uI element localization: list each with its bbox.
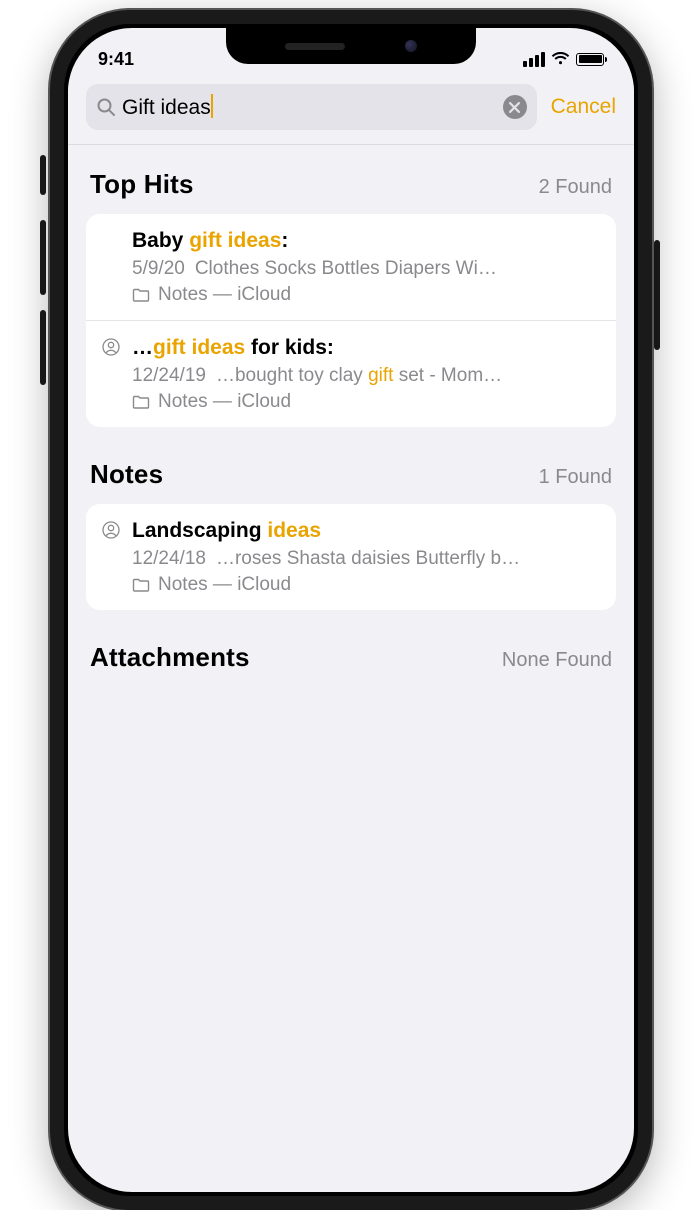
shared-indicator [102, 335, 124, 413]
note-preview: 12/24/18…roses Shasta daisies Butterfly … [132, 546, 600, 572]
shared-indicator [102, 228, 124, 306]
cellular-icon [523, 52, 545, 67]
notes-card: Landscaping ideas 12/24/18…roses Shasta … [86, 504, 616, 610]
note-result[interactable]: …gift ideas for kids: 12/24/19…bought to… [86, 320, 616, 427]
note-title: Baby gift ideas: [132, 228, 600, 254]
section-header-notes: Notes 1 Found [68, 427, 634, 504]
earpiece [285, 43, 345, 50]
wifi-icon [551, 52, 570, 66]
clear-icon[interactable] [503, 95, 527, 119]
note-folder: Notes — iCloud [132, 574, 600, 596]
phone-frame: 9:41 Gift ideas Cancel Top H [50, 10, 652, 1210]
search-value: Gift ideas [122, 96, 211, 119]
battery-icon [576, 53, 604, 66]
section-header-attachments: Attachments None Found [68, 610, 634, 687]
person-icon [102, 521, 120, 539]
volume-down-button[interactable] [40, 310, 46, 385]
search-icon [96, 97, 116, 117]
section-title: Top Hits [90, 169, 194, 200]
status-indicators [523, 52, 604, 67]
note-preview: 12/24/19…bought toy clay gift set - Mom… [132, 363, 600, 389]
person-icon [102, 338, 120, 356]
note-title: …gift ideas for kids: [132, 335, 600, 361]
section-title: Notes [90, 459, 163, 490]
power-button[interactable] [654, 240, 660, 350]
search-text: Gift ideas [122, 94, 503, 120]
section-count: None Found [502, 649, 612, 672]
section-count: 1 Found [539, 466, 612, 489]
tophits-card: Baby gift ideas: 5/9/20Clothes Socks Bot… [86, 214, 616, 427]
note-preview: 5/9/20Clothes Socks Bottles Diapers Wi… [132, 256, 600, 282]
section-count: 2 Found [539, 176, 612, 199]
front-camera [405, 40, 417, 52]
section-header-tophits: Top Hits 2 Found [68, 145, 634, 214]
search-bar: Gift ideas Cancel [68, 80, 634, 145]
folder-icon [132, 578, 150, 592]
note-title: Landscaping ideas [132, 518, 600, 544]
notch [226, 28, 476, 64]
note-result[interactable]: Baby gift ideas: 5/9/20Clothes Socks Bot… [86, 214, 616, 320]
silence-switch[interactable] [40, 155, 46, 195]
note-result[interactable]: Landscaping ideas 12/24/18…roses Shasta … [86, 504, 616, 610]
folder-icon [132, 395, 150, 409]
folder-icon [132, 288, 150, 302]
text-caret [211, 94, 213, 118]
note-folder: Notes — iCloud [132, 391, 600, 413]
shared-indicator [102, 518, 124, 596]
status-time: 9:41 [98, 49, 134, 70]
search-input[interactable]: Gift ideas [86, 84, 537, 130]
section-title: Attachments [90, 642, 250, 673]
cancel-button[interactable]: Cancel [551, 95, 616, 119]
screen: 9:41 Gift ideas Cancel Top H [68, 28, 634, 1192]
volume-up-button[interactable] [40, 220, 46, 295]
results[interactable]: Top Hits 2 Found Baby gift ideas: 5/9/20… [68, 145, 634, 687]
note-folder: Notes — iCloud [132, 284, 600, 306]
